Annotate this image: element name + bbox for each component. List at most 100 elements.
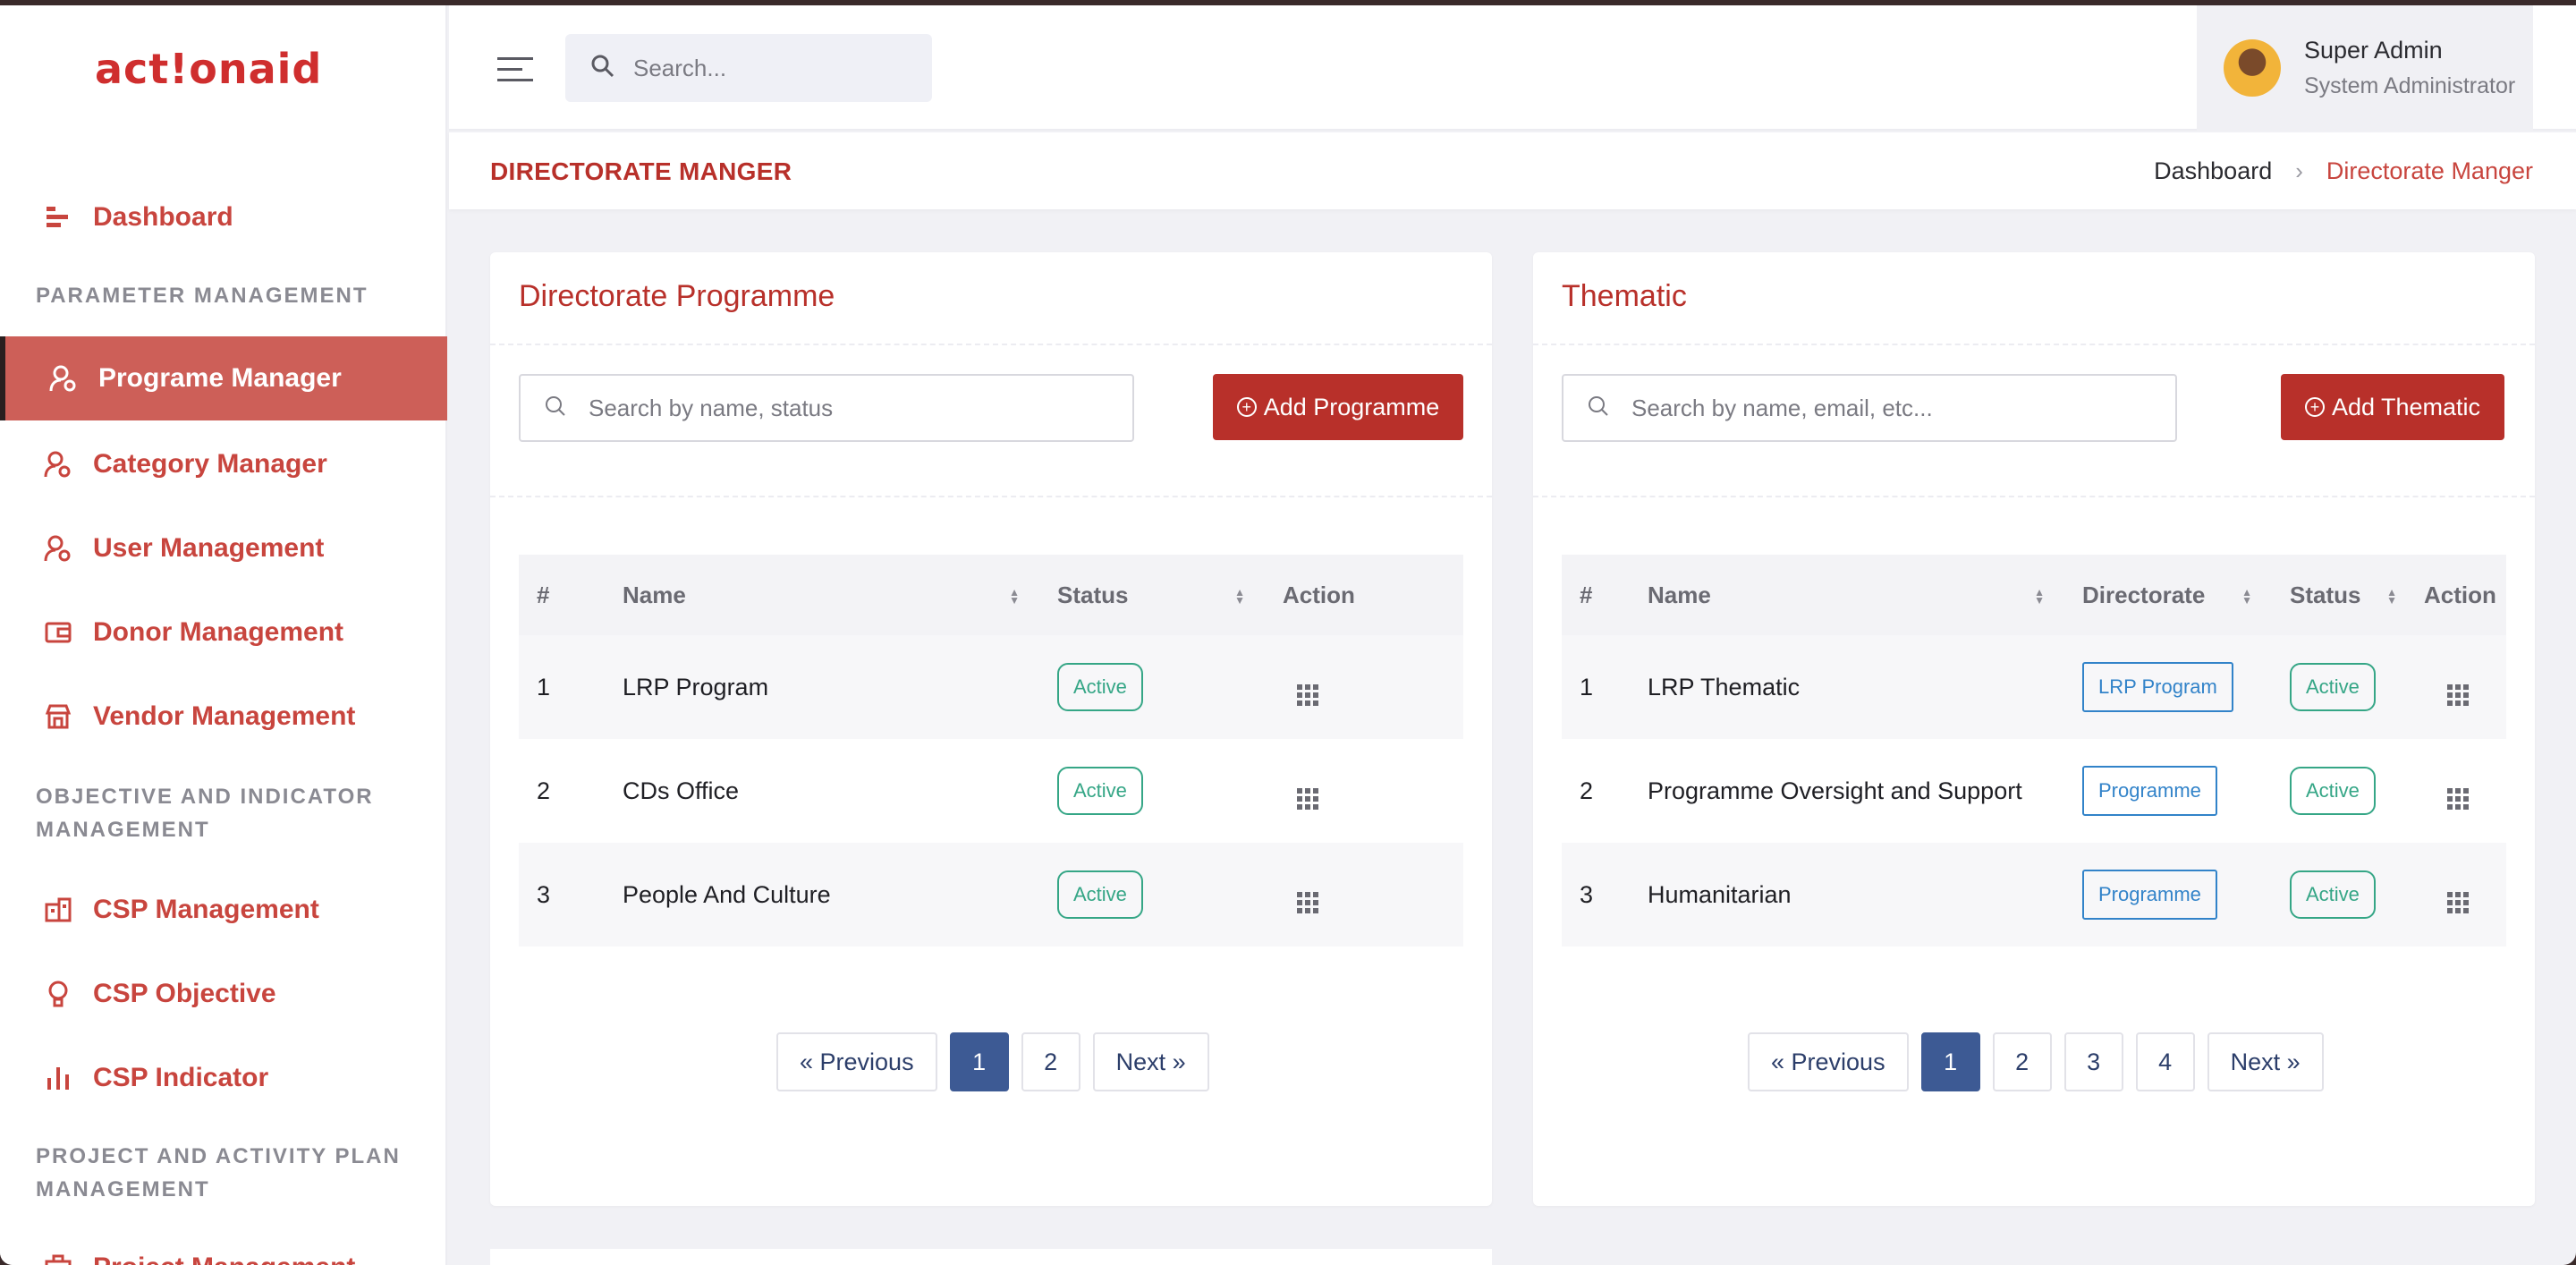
- sidebar-item-vendor-management[interactable]: Vendor Management: [0, 675, 447, 759]
- dashboard-icon: [43, 202, 73, 233]
- page-button[interactable]: 2: [1992, 1032, 2052, 1091]
- section-heading-parameter: PARAMETER MANAGEMENT: [36, 284, 369, 308]
- row-number: 1: [1580, 673, 1594, 700]
- sidebar-item-project-management[interactable]: Project Management: [0, 1226, 447, 1265]
- sort-icon: ▲ ▼: [1234, 586, 1245, 607]
- column-header: #: [1580, 581, 1593, 608]
- column-header-name[interactable]: Name ▲ ▼: [1630, 555, 2064, 635]
- app-window: act!onaid Dashboard PARAMETER MANAGEMENT…: [0, 5, 2576, 1265]
- row-number: 3: [1580, 880, 1594, 908]
- divider: [490, 344, 1492, 345]
- page-button[interactable]: 1: [1920, 1032, 1980, 1091]
- action-grid-icon[interactable]: [2447, 788, 2469, 810]
- sort-icon: ▲ ▼: [2034, 586, 2045, 607]
- sort-icon: ▲ ▼: [1009, 586, 1020, 607]
- plus-circle-icon: +: [1236, 397, 1257, 417]
- user-name: Super Admin: [2304, 37, 2443, 64]
- breadcrumb-home[interactable]: Dashboard: [2154, 157, 2272, 185]
- breadcrumb-current: Directorate Manger: [2326, 157, 2533, 184]
- user-menu[interactable]: Super Admin System Administrator: [2197, 5, 2533, 131]
- table-header-row: # Name ▲ ▼ Status ▲ ▼ Action: [519, 555, 1463, 635]
- sidebar-item-user-management[interactable]: User Management: [0, 506, 447, 590]
- page-button[interactable]: 3: [2063, 1032, 2123, 1091]
- row-number: 3: [537, 880, 551, 908]
- user-role: System Administrator: [2304, 73, 2516, 98]
- sidebar-item-csp-indicator[interactable]: CSP Indicator: [0, 1036, 447, 1120]
- thematic-card: Thematic + Add Thematic # Name▲▼ Directo…: [1533, 252, 2535, 1206]
- column-header-status[interactable]: Status ▲ ▼: [1039, 555, 1265, 635]
- add-programme-label: Add Programme: [1263, 393, 1440, 420]
- sidebar-item-category-manager[interactable]: Category Manager: [0, 422, 447, 506]
- page-title: DIRECTORATE MANGER: [490, 157, 792, 185]
- action-grid-icon[interactable]: [1297, 788, 1318, 810]
- sidebar-item-donor-management[interactable]: Donor Management: [0, 590, 447, 675]
- row-name: People And Culture: [623, 880, 831, 908]
- status-badge: Active: [1057, 870, 1143, 919]
- row-name: LRP Thematic: [1648, 673, 1801, 700]
- global-search[interactable]: [565, 34, 932, 102]
- menu-toggle-icon[interactable]: [497, 55, 535, 89]
- thematic-search[interactable]: [1562, 374, 2177, 442]
- actionaid-logo[interactable]: act!onaid: [95, 45, 322, 93]
- row-number: 2: [1580, 777, 1594, 804]
- sidebar-item-label: Programe Manager: [98, 363, 342, 393]
- section-heading-project: PROJECT AND ACTIVITY PLAN MANAGEMENT: [36, 1144, 401, 1201]
- programme-table: # Name ▲ ▼ Status ▲ ▼ Action 1 LRP Program A…: [519, 555, 1463, 947]
- add-thematic-button[interactable]: + Add Thematic: [2281, 374, 2504, 440]
- divider: [1533, 344, 2535, 345]
- column-header-directorate[interactable]: Directorate ▲ ▼: [2064, 555, 2272, 635]
- wallet-icon: [43, 617, 73, 648]
- directorate-badge: Programme: [2082, 870, 2217, 920]
- page-header: DIRECTORATE MANGER Dashboard › Directora…: [449, 132, 2576, 209]
- programme-card: Directorate Programme + Add Programme # …: [490, 252, 1492, 1206]
- lightbulb-icon: [43, 979, 73, 1009]
- divider: [1533, 496, 2535, 497]
- next-page-button[interactable]: Next »: [1092, 1032, 1209, 1091]
- column-header-status[interactable]: Status ▲ ▼: [2272, 555, 2406, 635]
- action-grid-icon[interactable]: [2447, 684, 2469, 706]
- search-icon: [1587, 395, 1610, 422]
- column-header: Action: [2424, 581, 2496, 608]
- previous-page-button[interactable]: « Previous: [776, 1032, 937, 1091]
- row-name: Humanitarian: [1648, 880, 1792, 908]
- user-cog-icon: [48, 363, 79, 394]
- column-header: #: [537, 581, 550, 608]
- page-button[interactable]: 1: [949, 1032, 1009, 1091]
- programme-search-input[interactable]: [589, 394, 1089, 422]
- sidebar-item-dashboard[interactable]: Dashboard: [0, 175, 447, 259]
- building-icon: [43, 895, 73, 925]
- plus-circle-icon: +: [2304, 397, 2325, 417]
- previous-page-button[interactable]: « Previous: [1748, 1032, 1909, 1091]
- row-name: LRP Program: [623, 673, 769, 700]
- sidebar-item-label: Dashboard: [93, 202, 233, 232]
- sidebar-item-label: CSP Management: [93, 895, 319, 924]
- sidebar-item-label: CSP Indicator: [93, 1063, 269, 1092]
- table-row: 2 CDs Office Active: [519, 739, 1463, 843]
- action-grid-icon[interactable]: [2447, 892, 2469, 913]
- page-button[interactable]: 4: [2135, 1032, 2195, 1091]
- chevron-right-icon: ›: [2295, 157, 2303, 184]
- search-input[interactable]: [633, 54, 902, 82]
- next-page-button[interactable]: Next »: [2207, 1032, 2324, 1091]
- action-grid-icon[interactable]: [1297, 892, 1318, 913]
- programme-search[interactable]: [519, 374, 1134, 442]
- action-grid-icon[interactable]: [1297, 684, 1318, 706]
- card-title: Directorate Programme: [519, 279, 835, 313]
- table-row: 3 People And Culture Active: [519, 843, 1463, 947]
- programme-pagination: « Previous 1 2 Next »: [776, 1032, 1209, 1091]
- status-badge: Active: [2290, 870, 2376, 919]
- sidebar-item-csp-management[interactable]: CSP Management: [0, 868, 447, 952]
- thematic-pagination: « Previous 1 2 3 4 Next »: [1748, 1032, 2324, 1091]
- page-button[interactable]: 2: [1021, 1032, 1080, 1091]
- column-header-name[interactable]: Name ▲ ▼: [605, 555, 1039, 635]
- bar-chart-icon: [43, 1063, 73, 1093]
- sidebar-item-csp-objective[interactable]: CSP Objective: [0, 952, 447, 1036]
- row-number: 1: [537, 673, 551, 700]
- sidebar-item-programe-manager[interactable]: Programe Manager: [0, 336, 447, 420]
- sidebar-item-label: User Management: [93, 533, 325, 563]
- sort-icon: ▲ ▼: [2386, 586, 2397, 607]
- add-programme-button[interactable]: + Add Programme: [1213, 374, 1463, 440]
- thematic-search-input[interactable]: [1631, 394, 2132, 422]
- section-heading-objective: OBJECTIVE AND INDICATOR MANAGEMENT: [36, 785, 374, 842]
- table-row: 3 Humanitarian Programme Active: [1562, 843, 2506, 947]
